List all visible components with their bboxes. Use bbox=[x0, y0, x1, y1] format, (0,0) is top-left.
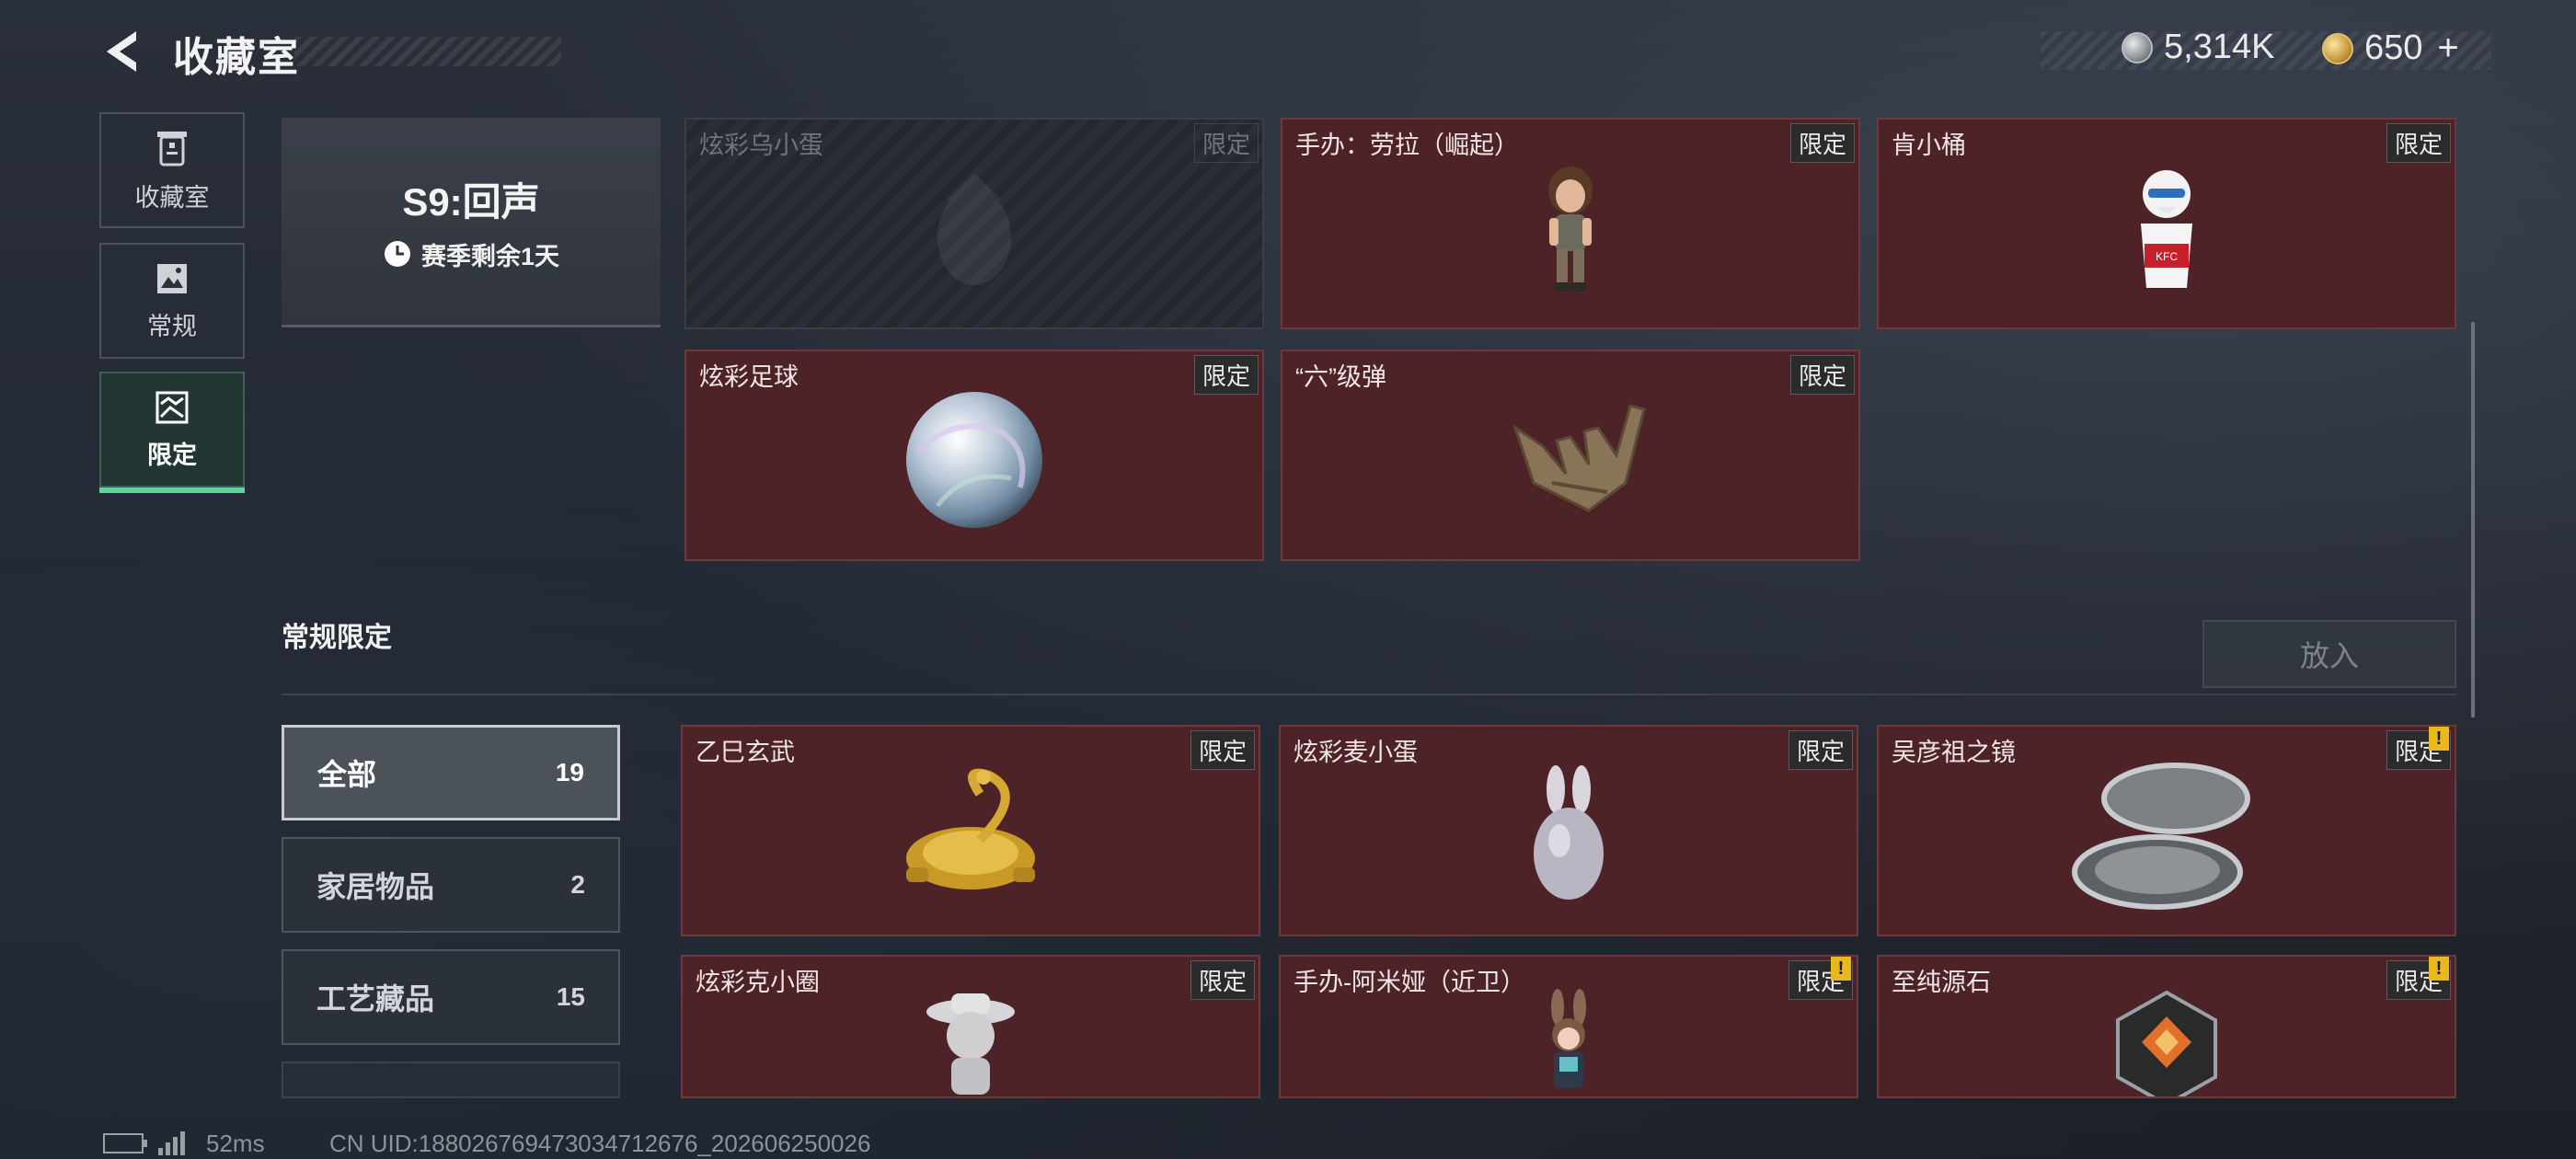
section-divider bbox=[282, 694, 2456, 695]
collectible-card[interactable]: 炫彩乌小蛋 限定 bbox=[684, 118, 1264, 329]
figure-amiya-icon bbox=[1551, 989, 1586, 1088]
limited-badge: 限定 bbox=[1789, 355, 1855, 395]
item-name: 手办：劳拉（崛起） bbox=[1295, 132, 1519, 159]
hand-gesture-icon bbox=[1512, 404, 1646, 512]
filter-count: 19 bbox=[555, 758, 584, 786]
gold-token-icon bbox=[2322, 32, 2353, 64]
filter-all[interactable]: 全部 19 bbox=[282, 725, 620, 820]
trash-can-icon bbox=[157, 131, 187, 166]
filter-label: 家居物品 bbox=[316, 870, 435, 903]
item-name: 炫彩足球 bbox=[699, 363, 799, 391]
user-uid: CN UID:1880267694730347126​76_2026062500… bbox=[329, 1130, 871, 1157]
item-name: 乙巳玄武 bbox=[696, 739, 795, 766]
collectible-card[interactable]: 炫彩麦小蛋 限定 bbox=[1279, 725, 1858, 936]
back-arrow-icon bbox=[107, 31, 136, 72]
nav-item-collection[interactable]: 收藏室 bbox=[99, 112, 245, 228]
nav-item-regular[interactable]: 常规 bbox=[99, 243, 245, 359]
picture-icon bbox=[157, 263, 187, 293]
limited-badge: 限定 bbox=[1788, 730, 1853, 770]
collectible-card[interactable]: “六”级弹 限定 bbox=[1281, 350, 1860, 561]
limited-badge: 限定 bbox=[1193, 355, 1259, 395]
collectible-card[interactable]: 至纯源石 限定 ! bbox=[1877, 955, 2456, 1098]
warning-icon: ! bbox=[1831, 957, 1851, 981]
signal-icon bbox=[158, 1131, 185, 1155]
originium-stone-icon bbox=[2116, 990, 2217, 1096]
nav-label: 收藏室 bbox=[134, 183, 210, 212]
collectible-card[interactable]: 吴彦祖之镜 限定 ! bbox=[1877, 725, 2456, 936]
collectible-card[interactable]: 乙巳玄武 限定 bbox=[681, 725, 1260, 936]
item-name: 炫彩乌小蛋 bbox=[699, 132, 823, 159]
iridescent-ball-icon bbox=[906, 392, 1042, 528]
title-decoration bbox=[294, 37, 561, 66]
nav-label: 常规 bbox=[147, 312, 197, 340]
warning-icon: ! bbox=[2429, 957, 2449, 981]
collectible-card[interactable]: KFC 肯小桶 限定 bbox=[1877, 118, 2456, 329]
filter-label: 工艺藏品 bbox=[316, 982, 435, 1016]
coin-balance: 5,314K bbox=[2122, 28, 2274, 67]
collectible-card[interactable]: 炫彩足球 限定 bbox=[684, 350, 1264, 561]
compact-mirror-icon bbox=[2072, 763, 2250, 910]
item-name: 吴彦祖之镜 bbox=[1892, 739, 2016, 766]
item-name: 炫彩克小圈 bbox=[696, 969, 820, 996]
coin-amount: 5,314K bbox=[2164, 28, 2275, 66]
ping-readout: 52ms bbox=[206, 1130, 265, 1157]
golden-snake-turtle-icon bbox=[906, 768, 1035, 889]
figure-lara-icon bbox=[1548, 166, 1593, 292]
item-name: 至纯源石 bbox=[1892, 969, 1991, 996]
limited-badge: 限定 bbox=[1789, 123, 1855, 163]
bird-egg-icon bbox=[937, 173, 1011, 285]
nav-item-limited[interactable]: 限定 bbox=[99, 372, 245, 493]
limited-badge: 限定 bbox=[1190, 730, 1255, 770]
warning-icon: ! bbox=[2429, 727, 2449, 751]
limited-badge: 限定 bbox=[2386, 123, 2451, 163]
collectible-card[interactable]: 手办：劳拉（崛起） 限定 bbox=[1281, 118, 1860, 329]
svg-text:KFC: KFC bbox=[2156, 250, 2178, 263]
bunny-egg-icon bbox=[1534, 765, 1604, 900]
battery-icon bbox=[103, 1133, 147, 1153]
limited-badge: 限定 bbox=[1193, 123, 1259, 163]
back-button[interactable] bbox=[99, 28, 144, 75]
section-title: 常规限定 bbox=[282, 623, 392, 653]
silver-coin-icon bbox=[2122, 31, 2153, 63]
filter-home-items[interactable]: 家居物品 2 bbox=[282, 837, 620, 933]
hat-figure-icon bbox=[926, 993, 1015, 1095]
clock-icon bbox=[384, 241, 410, 267]
filter-count: 2 bbox=[570, 870, 585, 899]
item-name: 手办-阿米娅（近卫） bbox=[1294, 969, 1525, 996]
filter-more[interactable] bbox=[282, 1061, 620, 1098]
page-title: 收藏室 bbox=[173, 35, 300, 80]
add-token-button[interactable]: + bbox=[2437, 28, 2458, 69]
season-remaining: 赛季剩余1天 bbox=[383, 236, 559, 272]
collectible-card[interactable]: 手办-阿米娅（近卫） 限定 ! bbox=[1279, 955, 1858, 1098]
nav-label: 限定 bbox=[147, 441, 197, 469]
scrollbar[interactable] bbox=[2471, 322, 2475, 717]
item-name: 炫彩麦小蛋 bbox=[1294, 739, 1418, 766]
season-remaining-text: 赛季剩余1天 bbox=[420, 242, 560, 270]
top-bar: 收藏室 5,314K 650 + bbox=[0, 0, 2576, 101]
landscape-icon bbox=[155, 391, 189, 423]
filter-count: 15 bbox=[556, 982, 585, 1011]
item-name: “六”级弹 bbox=[1295, 363, 1386, 391]
limited-badge: 限定 bbox=[1190, 960, 1255, 1000]
season-card: S9:回声 赛季剩余1天 bbox=[282, 118, 661, 327]
token-amount: 650 bbox=[2364, 29, 2423, 67]
filter-crafts[interactable]: 工艺藏品 15 bbox=[282, 949, 620, 1045]
token-balance[interactable]: 650 + bbox=[2322, 28, 2459, 69]
filter-label: 全部 bbox=[317, 758, 377, 791]
put-in-button[interactable]: 放入 bbox=[2202, 620, 2456, 688]
item-name: 肯小桶 bbox=[1892, 132, 1966, 159]
kfc-bucket-figure-icon: KFC bbox=[2141, 170, 2192, 288]
collectible-card[interactable]: 炫彩克小圈 限定 bbox=[681, 955, 1260, 1098]
season-name: S9:回声 bbox=[402, 179, 540, 224]
